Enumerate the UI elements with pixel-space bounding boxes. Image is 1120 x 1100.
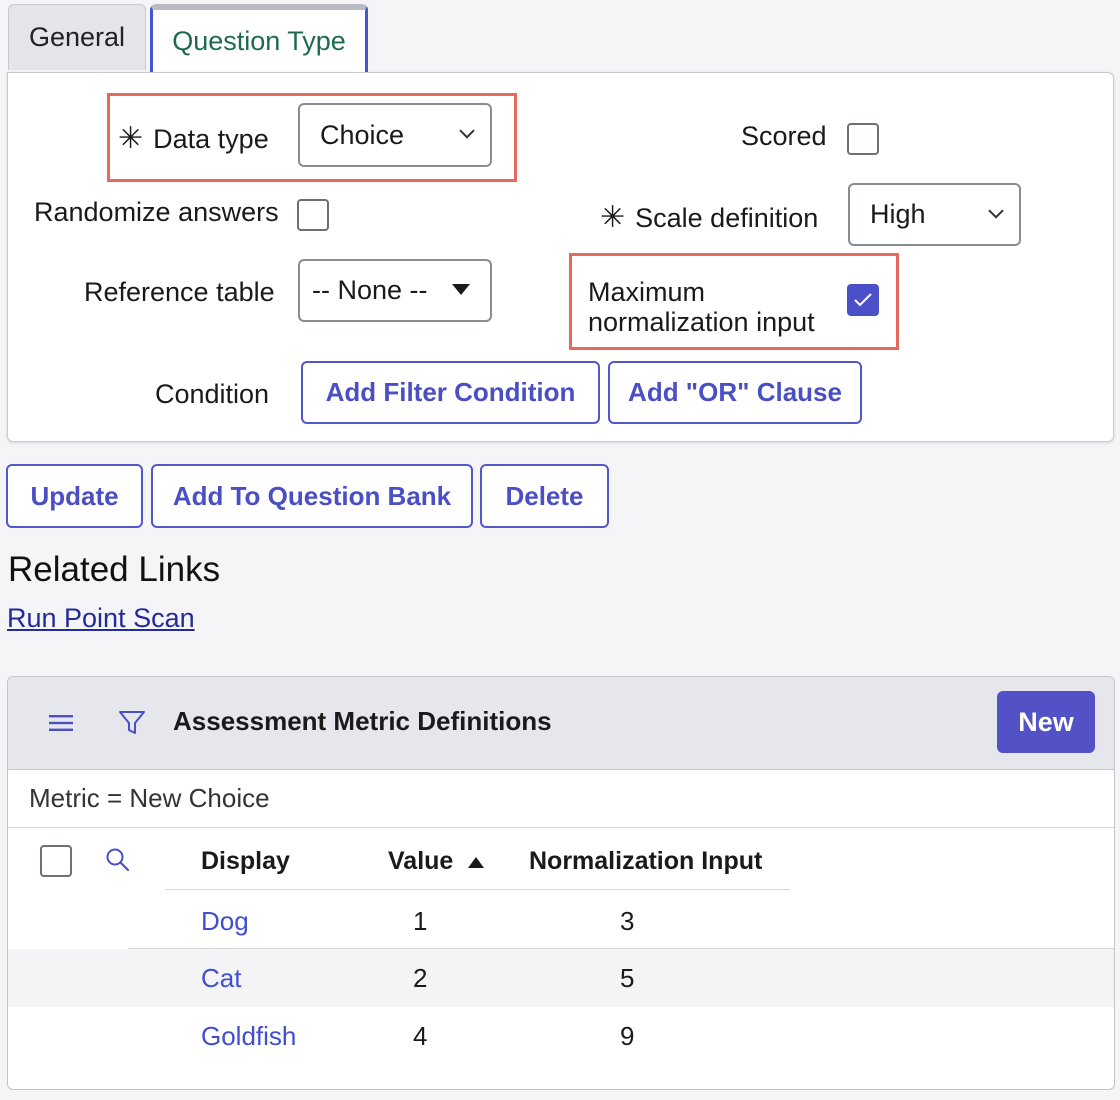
select-all-checkbox[interactable]	[40, 845, 72, 877]
scale-definition-select[interactable]: High	[848, 183, 1021, 246]
list-title: Assessment Metric Definitions	[173, 706, 552, 736]
header-divider	[165, 889, 790, 890]
caret-down-icon	[452, 284, 470, 295]
required-icon: ✳	[118, 122, 144, 155]
assessment-metric-list: Assessment Metric Definitions New Metric…	[7, 676, 1115, 1090]
max-normalization-label: Maximum normalization input	[588, 277, 815, 337]
table-row: Dog 1 3	[8, 892, 1114, 950]
condition-label: Condition	[155, 379, 270, 409]
table-row: Goldfish 4 9	[8, 1007, 1114, 1065]
scored-checkbox[interactable]	[847, 123, 879, 155]
data-type-label: ✳ Data type	[118, 122, 269, 155]
column-header-display[interactable]: Display	[201, 847, 290, 876]
add-or-clause-button[interactable]: Add "OR" Clause	[608, 361, 862, 424]
update-button[interactable]: Update	[6, 464, 143, 528]
filter-breadcrumb[interactable]: Metric = New Choice	[29, 783, 270, 814]
column-header-normalization-input[interactable]: Normalization Input	[529, 847, 762, 876]
column-header-value[interactable]: Value	[388, 847, 485, 876]
question-type-form: ✳ Data type Choice Scored Randomize answe…	[7, 72, 1114, 442]
row-value: 4	[413, 1021, 428, 1051]
hamburger-menu-icon[interactable]	[49, 714, 73, 732]
data-type-value: Choice	[320, 119, 405, 150]
row-display-link[interactable]: Dog	[201, 906, 249, 937]
row-normalization: 9	[620, 1021, 635, 1051]
sort-ascending-icon	[468, 856, 485, 868]
add-filter-condition-button[interactable]: Add Filter Condition	[301, 361, 600, 424]
checkmark-icon	[854, 293, 872, 307]
scale-definition-value: High	[870, 199, 926, 229]
reference-table-select[interactable]: -- None --	[298, 259, 492, 322]
chevron-down-icon	[988, 208, 1004, 219]
filter-icon[interactable]	[118, 710, 146, 736]
list-header: Assessment Metric Definitions New	[8, 677, 1114, 770]
scale-definition-label: ✳ Scale definition	[600, 201, 819, 234]
row-normalization: 5	[620, 963, 635, 993]
run-point-scan-link[interactable]: Run Point Scan	[7, 603, 195, 634]
data-type-select[interactable]: Choice	[298, 103, 492, 167]
required-icon: ✳	[600, 201, 626, 234]
reference-table-value: -- None --	[312, 275, 428, 305]
max-normalization-checkbox[interactable]	[847, 284, 879, 316]
row-value: 2	[413, 963, 428, 993]
row-display-link[interactable]: Cat	[201, 963, 241, 994]
divider	[8, 827, 1114, 828]
row-display-link[interactable]: Goldfish	[201, 1021, 296, 1052]
related-links-heading: Related Links	[8, 550, 221, 589]
randomize-answers-label: Randomize answers	[34, 197, 279, 227]
row-normalization: 3	[620, 906, 635, 936]
delete-button[interactable]: Delete	[480, 464, 609, 528]
new-button[interactable]: New	[997, 691, 1095, 753]
scored-label: Scored	[741, 121, 827, 151]
chevron-down-icon	[459, 129, 475, 139]
add-to-question-bank-button[interactable]: Add To Question Bank	[151, 464, 473, 528]
table-row: Cat 2 5	[8, 949, 1114, 1007]
tab-general[interactable]: General	[8, 4, 146, 70]
tab-question-type[interactable]: Question Type	[150, 4, 368, 72]
search-icon[interactable]	[105, 847, 131, 873]
reference-table-label: Reference table	[84, 277, 275, 307]
row-value: 1	[413, 906, 428, 936]
randomize-answers-checkbox[interactable]	[297, 199, 329, 231]
